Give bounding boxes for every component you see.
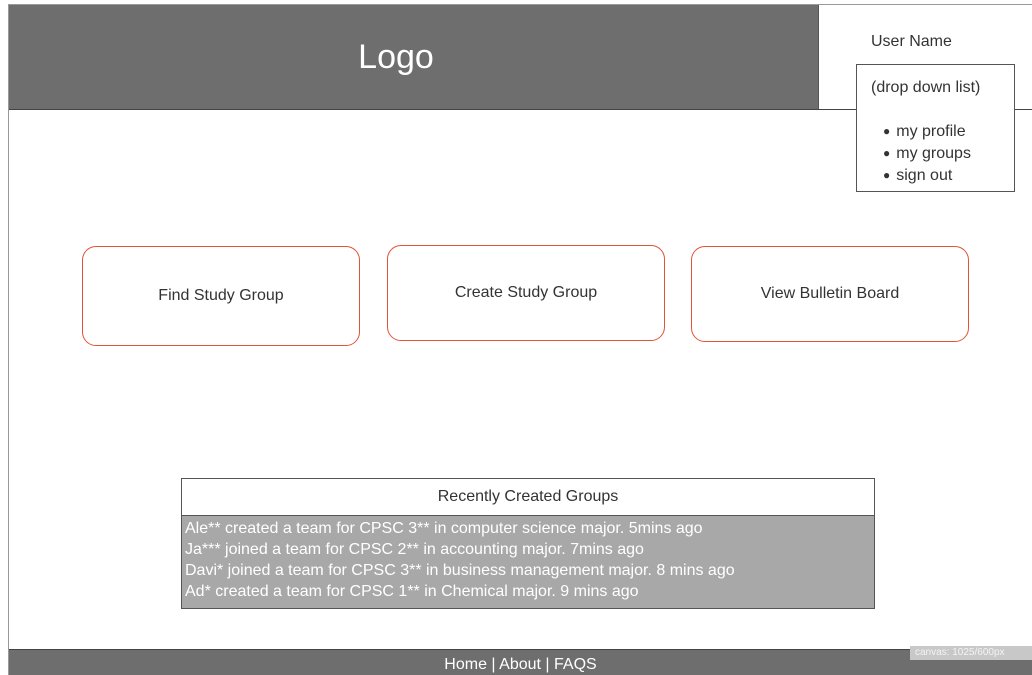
dropdown-item-label: my groups [896,145,971,162]
bullet-icon: ● [883,168,891,182]
dropdown-item-my-profile[interactable]: ● my profile [883,121,971,143]
recent-groups-title: Recently Created Groups [182,479,874,516]
footer-link-about[interactable]: About [499,656,541,673]
bullet-icon: ● [883,146,891,160]
logo[interactable]: Logo [9,5,783,110]
list-item[interactable]: Ad* created a team for CPSC 1** in Chemi… [185,581,871,602]
find-study-group-button[interactable]: Find Study Group [82,246,360,346]
view-bulletin-board-button[interactable]: View Bulletin Board [691,246,969,342]
list-item[interactable]: Ja*** joined a team for CPSC 2** in acco… [185,539,871,560]
user-name-menu[interactable]: User Name [871,33,952,51]
dropdown-title: (drop down list) [871,79,981,96]
dropdown-item-sign-out[interactable]: ● sign out [883,165,971,187]
footer: Home | About | FAQS [9,649,1032,675]
dropdown-item-label: sign out [896,167,953,184]
header-divider [818,5,819,110]
footer-links: Home | About | FAQS [9,656,1032,674]
dropdown-item-label: my profile [896,123,966,140]
footer-separator: | [491,656,496,673]
create-study-group-button[interactable]: Create Study Group [387,245,665,341]
bullet-icon: ● [883,124,891,138]
list-item[interactable]: Ale** created a team for CPSC 3** in com… [185,518,871,539]
footer-link-home[interactable]: Home [444,656,487,673]
user-dropdown: (drop down list) ● my profile ● my groups … [856,64,1015,192]
canvas-size-label: canvas: 1025/600px [910,646,1032,660]
list-item[interactable]: Davi* joined a team for CPSC 3** in busi… [185,560,871,581]
recent-groups-panel: Recently Created Groups Ale** created a … [181,478,875,609]
footer-link-faqs[interactable]: FAQS [554,656,597,673]
dropdown-item-my-groups[interactable]: ● my groups [883,143,971,165]
recent-groups-list: Ale** created a team for CPSC 3** in com… [182,516,874,608]
footer-separator: | [545,656,550,673]
dropdown-list: ● my profile ● my groups ● sign out [883,121,971,187]
